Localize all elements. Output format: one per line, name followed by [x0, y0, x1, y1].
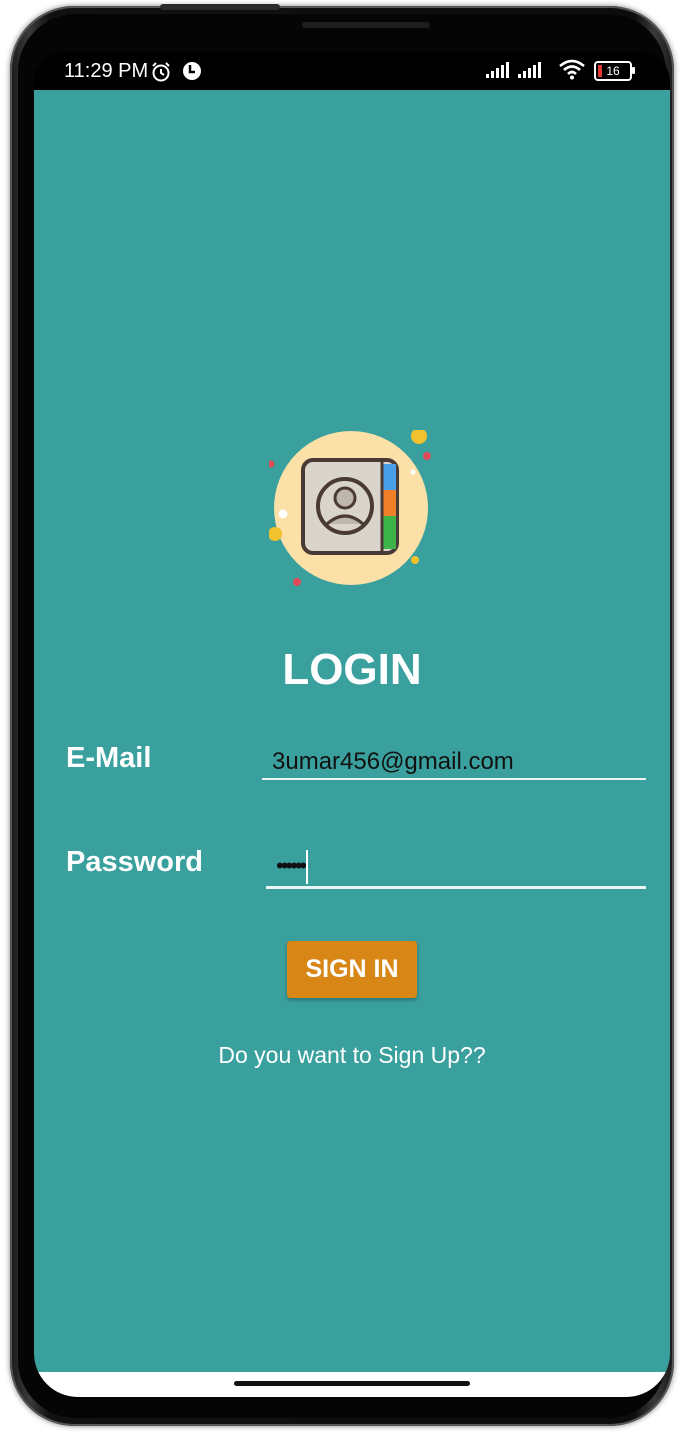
- battery-cap: [632, 67, 635, 74]
- screen: 11:29 PM 16 LOGIN E-Mail 3umar456@gmail.…: [34, 52, 670, 1397]
- status-time: 11:29 PM: [64, 60, 149, 82]
- battery-percent: 16: [606, 64, 620, 78]
- signal-icon: [486, 62, 509, 78]
- email-label: E-Mail: [66, 742, 152, 774]
- home-indicator[interactable]: [234, 1381, 470, 1386]
- email-field[interactable]: 3umar456@gmail.com: [262, 740, 646, 780]
- password-label: Password: [66, 846, 203, 878]
- earpiece-speaker: [302, 22, 430, 28]
- password-dots: ••••••: [276, 852, 307, 878]
- status-bar: 11:29 PM 16: [34, 52, 670, 90]
- notification-icon: [182, 61, 202, 85]
- text-caret: [306, 850, 309, 884]
- signal-icon: [518, 62, 541, 78]
- password-field[interactable]: ••••••: [266, 842, 646, 889]
- battery-level: [598, 65, 602, 77]
- sign-up-link[interactable]: Do you want to Sign Up??: [34, 1042, 670, 1069]
- sign-in-button[interactable]: SIGN IN: [287, 941, 417, 998]
- alarm-icon: [150, 61, 172, 87]
- battery-icon: 16: [594, 61, 632, 81]
- login-screen: LOGIN E-Mail 3umar456@gmail.com Password…: [34, 90, 670, 1372]
- page-title: LOGIN: [282, 645, 422, 694]
- contact-book-icon: [267, 428, 439, 600]
- wifi-icon: [558, 58, 586, 84]
- password-field-value: ••••••: [276, 850, 309, 884]
- email-field-value: 3umar456@gmail.com: [272, 748, 514, 775]
- phone-top-edge: [160, 4, 280, 10]
